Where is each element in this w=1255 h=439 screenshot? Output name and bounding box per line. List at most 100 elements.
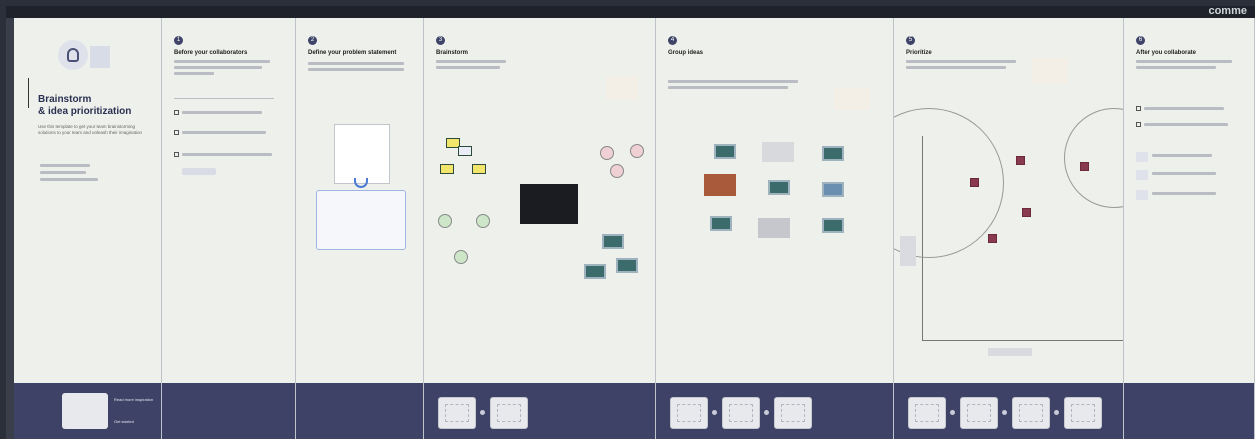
separator-dot xyxy=(480,410,485,415)
step-number: 2 xyxy=(308,36,317,45)
loop-icon xyxy=(354,178,368,188)
comment-label[interactable]: comme xyxy=(1208,6,1247,17)
open-link-button[interactable] xyxy=(182,168,216,175)
text-line xyxy=(1144,107,1224,110)
panel-group-ideas: 4 Group ideas xyxy=(656,18,894,439)
text-line xyxy=(436,60,506,63)
panel-footer xyxy=(296,383,423,439)
text-line xyxy=(182,131,266,134)
photo-card[interactable] xyxy=(762,142,794,162)
checkbox[interactable] xyxy=(174,152,179,157)
template-tile[interactable] xyxy=(908,397,946,429)
text-line xyxy=(182,111,262,114)
idea-card[interactable] xyxy=(584,264,606,279)
panel-footer xyxy=(162,383,295,439)
photo-frame[interactable] xyxy=(520,184,578,224)
photo-card[interactable] xyxy=(704,174,736,196)
separator-dot xyxy=(712,410,717,415)
panel-footer xyxy=(1124,383,1254,439)
text-line xyxy=(668,80,798,83)
text-line xyxy=(174,60,270,63)
x-axis xyxy=(922,340,1123,341)
idea-circle[interactable] xyxy=(454,250,468,264)
intro-footer: Read more inspiration Get started xyxy=(14,383,161,439)
list-line-1 xyxy=(40,164,90,167)
idea-card[interactable] xyxy=(710,216,732,231)
step-number: 3 xyxy=(436,36,445,45)
text-line xyxy=(182,153,272,156)
list-line-3 xyxy=(40,178,98,181)
checkbox[interactable] xyxy=(1136,106,1141,111)
sticky-note[interactable] xyxy=(440,164,454,174)
resource-icon xyxy=(1136,152,1148,162)
text-line xyxy=(1152,192,1216,195)
resource-icon xyxy=(1136,170,1148,180)
separator-dot xyxy=(1002,410,1007,415)
text-line xyxy=(1136,60,1232,63)
idea-card[interactable] xyxy=(822,218,844,233)
idea-circle[interactable] xyxy=(438,214,452,228)
priority-card[interactable] xyxy=(1080,162,1089,171)
footer-thumbnail[interactable] xyxy=(62,393,108,429)
priority-card[interactable] xyxy=(1022,208,1031,217)
template-tile[interactable] xyxy=(1012,397,1050,429)
tip-note xyxy=(1032,58,1068,84)
idea-circle[interactable] xyxy=(610,164,624,178)
priority-card[interactable] xyxy=(970,178,979,187)
panel-before-collaborators: 1 Before your collaborators xyxy=(162,18,296,439)
intro-title: Brainstorm & idea prioritization xyxy=(38,94,132,117)
idea-card[interactable] xyxy=(602,234,624,249)
sticky-note[interactable] xyxy=(458,146,472,156)
idea-card[interactable] xyxy=(768,180,790,195)
text-line xyxy=(906,60,1016,63)
panel-after-collaborate: 6 After you collaborate xyxy=(1124,18,1255,439)
idea-card[interactable] xyxy=(714,144,736,159)
template-tile[interactable] xyxy=(490,397,528,429)
panel-title: Define your problem statement xyxy=(308,50,397,56)
separator-dot xyxy=(764,410,769,415)
template-tile[interactable] xyxy=(960,397,998,429)
text-line xyxy=(1152,154,1212,157)
idea-card[interactable] xyxy=(822,182,844,197)
template-tile[interactable] xyxy=(670,397,708,429)
template-tile[interactable] xyxy=(438,397,476,429)
template-tile[interactable] xyxy=(722,397,760,429)
text-line xyxy=(1144,123,1228,126)
idea-circle[interactable] xyxy=(600,146,614,160)
list-line-2 xyxy=(40,171,86,174)
priority-card[interactable] xyxy=(1016,156,1025,165)
panel-prioritize: 5 Prioritize xyxy=(894,18,1124,439)
text-line xyxy=(174,72,214,75)
idea-circle[interactable] xyxy=(476,214,490,228)
text-line xyxy=(668,86,788,89)
idea-card[interactable] xyxy=(616,258,638,273)
intro-text: Use this template to get your team brain… xyxy=(38,124,143,135)
checkbox[interactable] xyxy=(174,130,179,135)
separator-dot xyxy=(950,410,955,415)
header-accent xyxy=(90,46,110,68)
template-tile[interactable] xyxy=(1064,397,1102,429)
panel-footer xyxy=(424,383,655,439)
footer-link[interactable]: Get started xyxy=(114,419,134,424)
checkbox[interactable] xyxy=(174,110,179,115)
template-tile[interactable] xyxy=(774,397,812,429)
sticky-note[interactable] xyxy=(472,164,486,174)
photo-card[interactable] xyxy=(758,218,790,238)
text-line xyxy=(174,66,262,69)
priority-card[interactable] xyxy=(988,234,997,243)
panel-title: Prioritize xyxy=(906,50,932,56)
guide-curve xyxy=(1064,108,1123,208)
y-axis-label xyxy=(900,236,916,266)
monitor-screen: comme Brainstorm & idea prioritization U… xyxy=(6,6,1255,439)
whiteboard-canvas[interactable]: Brainstorm & idea prioritization Use thi… xyxy=(14,18,1255,439)
step-number: 6 xyxy=(1136,36,1145,45)
checkbox[interactable] xyxy=(1136,122,1141,127)
text-line xyxy=(906,66,1006,69)
panel-brainstorm: 3 Brainstorm xyxy=(424,18,656,439)
idea-card[interactable] xyxy=(822,146,844,161)
problem-card[interactable] xyxy=(334,124,390,184)
panel-title: After you collaborate xyxy=(1136,50,1197,56)
footer-title: Read more inspiration xyxy=(114,397,154,402)
text-line xyxy=(436,66,500,69)
idea-circle[interactable] xyxy=(630,144,644,158)
